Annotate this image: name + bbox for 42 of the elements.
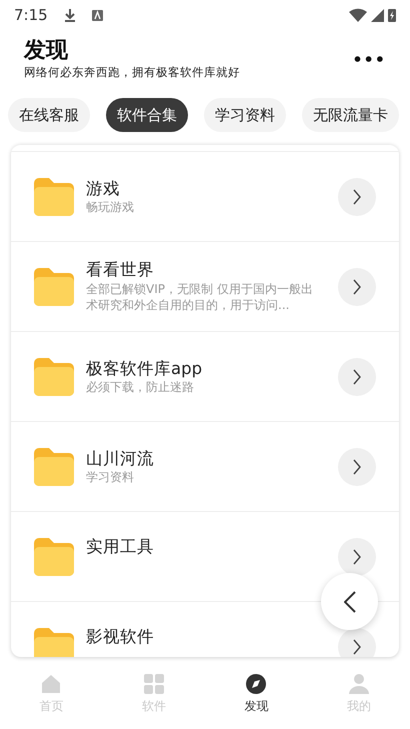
more-menu-button[interactable]: ••• (352, 48, 386, 72)
item-title: 极客软件库app (86, 358, 204, 379)
item-description: 全部已解锁VIP，无限制 仅用于国内一般出术研究和外企自用的目的，用于访问... (86, 280, 314, 314)
category-tab[interactable]: 无限流量卡 (302, 98, 399, 132)
chevron-right-icon (352, 458, 362, 475)
folder-icon (34, 268, 74, 306)
app-notification-icon (92, 10, 103, 20)
folder-icon (34, 358, 74, 396)
item-title: 游戏 (86, 178, 121, 199)
item-title: 山川河流 (86, 448, 155, 469)
grid-icon (142, 673, 165, 695)
home-icon (40, 673, 62, 695)
clock-time: 7:15 (14, 4, 48, 26)
page-subtitle: 网络何必东奔西跑，拥有极客软件库就好 (24, 64, 240, 82)
folder-icon (34, 448, 74, 486)
download-icon (64, 8, 76, 22)
folder-icon (34, 178, 74, 216)
compass-icon (245, 673, 268, 695)
item-title: 影视软件 (86, 626, 155, 648)
chevron-right-icon (352, 188, 362, 205)
category-tab[interactable]: 学习资料 (204, 98, 286, 132)
chevron-button[interactable] (338, 628, 376, 657)
item-description: 必须下载，防止迷路 (86, 378, 195, 396)
signal-icon (371, 8, 384, 22)
category-tab[interactable]: 软件合集 (106, 98, 188, 132)
chevron-right-icon (352, 548, 362, 565)
chevron-right-icon (352, 638, 362, 655)
chevron-left-icon (344, 590, 356, 612)
item-title: 实用工具 (86, 536, 155, 558)
chevron-right-icon (352, 368, 362, 385)
folder-icon (34, 538, 74, 576)
chevron-right-icon (352, 278, 362, 295)
nav-tab[interactable]: 发现 (205, 659, 308, 729)
folder-icon (34, 628, 74, 657)
wifi-icon (349, 8, 367, 22)
person-icon (348, 673, 370, 695)
category-tab[interactable]: 在线客服 (8, 98, 90, 132)
page-title: 发现 (24, 38, 69, 64)
item-title: 看看世界 (86, 259, 155, 281)
item-description: 畅玩游戏 (86, 198, 135, 216)
item-description: 学习资料 (86, 468, 135, 486)
battery-icon (388, 8, 396, 22)
